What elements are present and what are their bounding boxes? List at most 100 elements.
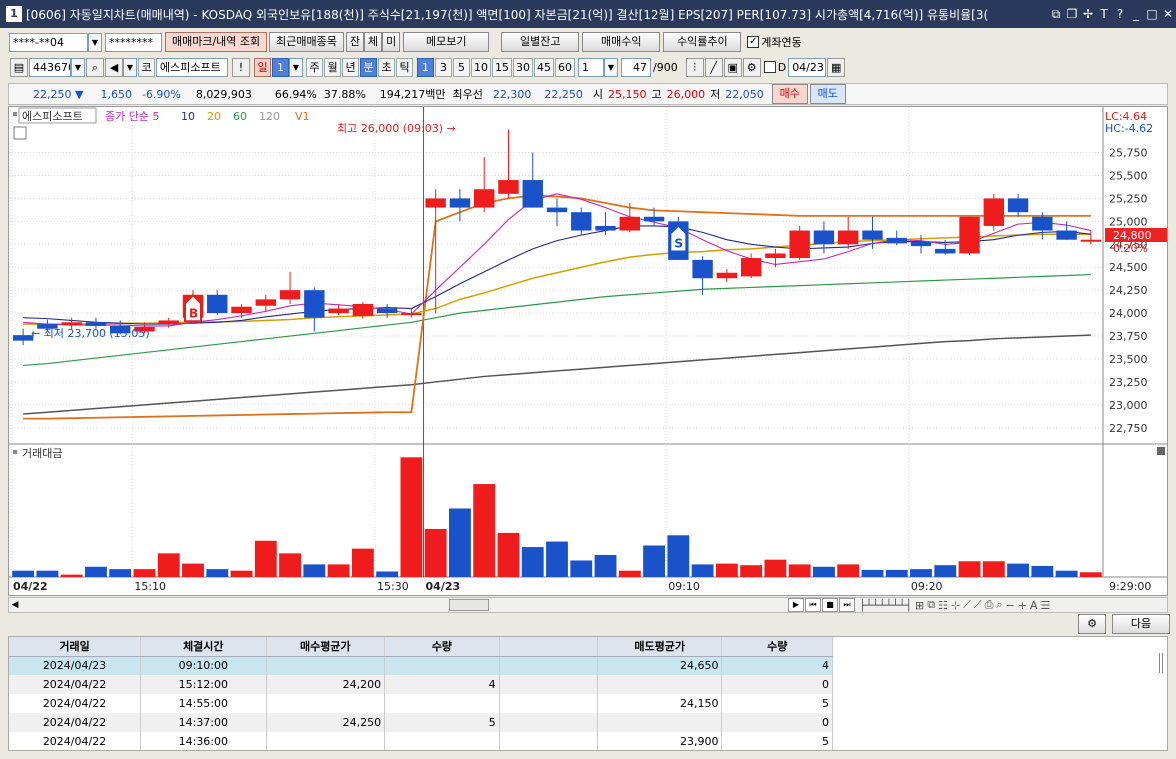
nav-last-icon[interactable]: ⏭ (839, 598, 855, 612)
count-input[interactable]: 47 (621, 57, 651, 77)
period-tick-button[interactable]: 틱 (396, 57, 413, 77)
candle-type-icon[interactable]: ⫶ (685, 57, 704, 77)
zoom-out-icon[interactable]: − (1006, 599, 1015, 612)
volume-bar (982, 561, 1005, 577)
table-row[interactable]: 2024/04/22 15:12:00 24,200 4 0 (9, 675, 833, 694)
close-icon[interactable]: ✕ (1160, 7, 1176, 21)
recent-trades-button[interactable]: 최근매매종목 (269, 32, 344, 52)
period-second-button[interactable]: 초 (378, 57, 395, 77)
interval-dropdown-icon[interactable]: ▼ (604, 57, 618, 77)
account-input[interactable]: ****-**04 (9, 32, 88, 52)
sell-button[interactable]: 매도 (809, 84, 846, 104)
draw-tool-icon[interactable]: ╱ (704, 57, 723, 77)
date-input[interactable]: 04/23 (788, 57, 827, 77)
code-dropdown-icon[interactable]: ▼ (71, 57, 85, 77)
interval-5-button[interactable]: 5 (453, 57, 470, 77)
settings-icon[interactable]: ⚙ (742, 57, 761, 77)
period-num[interactable]: 1 (272, 57, 289, 77)
tab-balance[interactable]: 잔 (345, 32, 365, 52)
alert-icon[interactable]: ! (232, 57, 250, 77)
y-tick-label: 23,000 (1109, 399, 1148, 412)
chart-scrollbar[interactable]: ◀ ▶ ⏮ ■ ⏭ ├┴┴┴┴┴┴┤ ⊞ ⧉ ☷ ⊹ ⟋ ⟋ ⎙ ⌕ − + A ☰ (8, 597, 1168, 613)
tab-pending[interactable]: 미 (382, 32, 401, 52)
period-day-button[interactable]: 일 (254, 57, 271, 77)
period-month-button[interactable]: 월 (324, 57, 341, 77)
zoom-in-icon[interactable]: + (1018, 599, 1027, 612)
column-header[interactable]: 매도평균가 (597, 637, 723, 657)
split-icon[interactable]: ⊞ (915, 599, 924, 612)
minimize-icon[interactable]: _ (1128, 7, 1144, 21)
column-header[interactable]: 매수평균가 (266, 637, 386, 657)
chart-panel[interactable]: 25,750 25,500 25,250 25,000 24,750 24,500 24,2… (8, 106, 1168, 596)
nav-stop-icon[interactable]: ■ (822, 598, 838, 612)
copy-icon[interactable]: ⧉ (927, 598, 935, 612)
save-icon[interactable]: ▣ (723, 57, 742, 77)
print-icon[interactable]: ⎙ (985, 598, 994, 612)
tab-executed[interactable]: 체 (364, 32, 383, 52)
interval-input[interactable]: 1 (578, 57, 604, 77)
period-week-button[interactable]: 주 (306, 57, 323, 77)
table-scroll-indicator[interactable] (1159, 653, 1163, 673)
stock-code-input[interactable]: 443670 (29, 57, 71, 77)
menu-icon[interactable]: ☰ (1041, 599, 1051, 612)
trade-mark-query-button[interactable]: 매매마크/내역 조회 (165, 32, 268, 52)
interval-3-button[interactable]: 3 (435, 57, 452, 77)
layout-icon[interactable]: ▤ (10, 57, 28, 77)
table-row[interactable]: 2024/04/22 14:37:00 24,250 5 0 (9, 713, 833, 732)
interval-1-button[interactable]: 1 (417, 57, 434, 77)
daily-balance-button[interactable]: 일별잔고 (501, 32, 580, 52)
line-icon[interactable]: ⟋ (963, 598, 971, 612)
crosshair-icon[interactable]: ⊹ (951, 599, 960, 612)
d-checkbox[interactable] (763, 61, 776, 73)
volume-bar (449, 508, 471, 577)
magnify-icon[interactable]: ⌕ (996, 598, 1002, 612)
interval-10-button[interactable]: 10 (471, 57, 491, 77)
password-input[interactable]: ******** (105, 32, 162, 52)
y-tick-label: 24,000 (1109, 307, 1148, 320)
calendar-icon[interactable]: ▦ (827, 57, 846, 77)
sell-marker-label: S (674, 237, 683, 251)
help-icon[interactable]: ? (1112, 7, 1128, 21)
account-dropdown-icon[interactable]: ▼ (88, 32, 102, 52)
column-header[interactable]: 수량 (384, 637, 500, 657)
list-icon[interactable]: ☷ (938, 599, 948, 612)
price-volume-chart[interactable]: 25,75025,50025,25025,00024,75024,50024,2… (9, 107, 1167, 595)
speaker-icon[interactable]: ◀ (105, 57, 123, 77)
zoom-slider-icon[interactable]: ├┴┴┴┴┴┴┤ (859, 599, 912, 612)
restore-icon[interactable]: ⧉ (1048, 7, 1064, 22)
pin-icon[interactable]: ✢ (1080, 7, 1096, 21)
column-header[interactable]: 수량 (721, 637, 833, 657)
font-icon[interactable]: T (1096, 7, 1112, 21)
column-header[interactable] (499, 637, 598, 657)
font-size-icon[interactable]: A (1030, 599, 1038, 612)
interval-45-button[interactable]: 45 (534, 57, 554, 77)
interval-15-button[interactable]: 15 (492, 57, 512, 77)
nav-first-icon[interactable]: ⏮ (805, 598, 821, 612)
column-header[interactable]: 체결시간 (140, 637, 267, 657)
interval-60-button[interactable]: 60 (555, 57, 575, 77)
next-button[interactable]: 다음 (1112, 614, 1170, 634)
maximize-icon[interactable]: □ (1144, 7, 1160, 21)
window-icon[interactable]: ❐ (1064, 7, 1080, 21)
scroll-thumb[interactable] (449, 599, 489, 611)
table-row[interactable]: 2024/04/23 09:10:00 24,650 4 (9, 656, 833, 675)
trade-profit-button[interactable]: 매매수익 (582, 32, 661, 52)
buy-button[interactable]: 매수 (771, 84, 808, 104)
period-minute-button[interactable]: 분 (360, 57, 377, 77)
period-dropdown-icon[interactable]: ▼ (289, 57, 303, 77)
scroll-left-icon[interactable]: ◀ (9, 600, 21, 610)
trend-icon[interactable]: ⟋ (974, 598, 982, 612)
account-link-checkbox[interactable]: ✓ (747, 36, 760, 48)
gear-icon[interactable]: ⚙ (1078, 614, 1106, 634)
column-header[interactable]: 거래일 (9, 637, 142, 657)
memo-button[interactable]: 메모보기 (403, 32, 490, 52)
nav-play-icon[interactable]: ▶ (788, 598, 804, 612)
return-trend-button[interactable]: 수익률추이 (663, 32, 742, 52)
search-icon[interactable]: ⌕ (86, 57, 104, 77)
period-year-button[interactable]: 년 (342, 57, 359, 77)
table-row[interactable]: 2024/04/22 14:36:00 23,900 5 (9, 732, 833, 750)
table-cell: 2024/04/22 (9, 694, 142, 713)
table-row[interactable]: 2024/04/22 14:55:00 24,150 5 (9, 694, 833, 713)
speaker-dropdown-icon[interactable]: ▼ (123, 57, 137, 77)
interval-30-button[interactable]: 30 (513, 57, 533, 77)
